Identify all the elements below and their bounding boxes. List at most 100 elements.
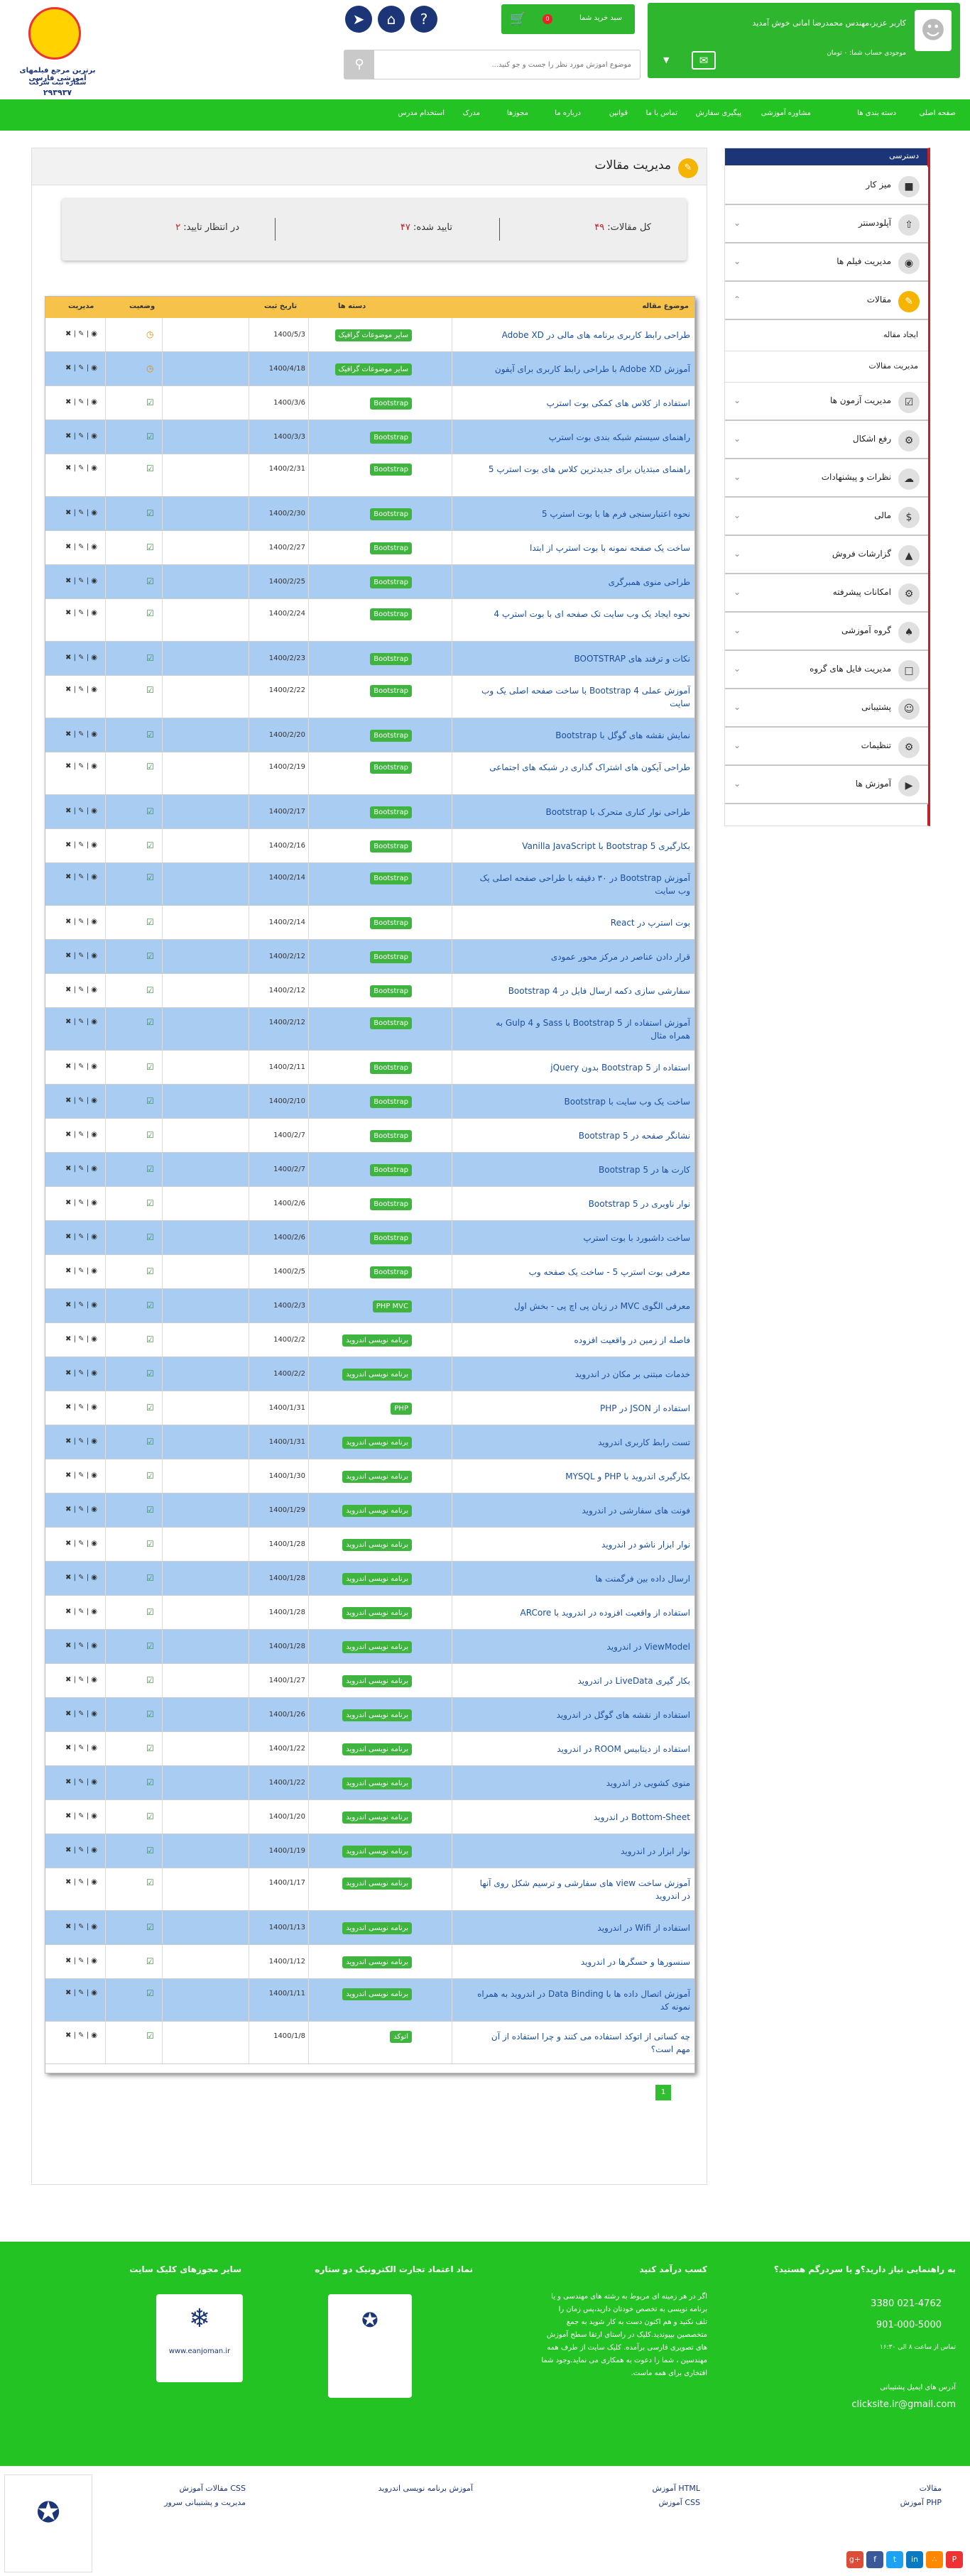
article-title-link[interactable]: معرفی الگوی MVC در زبان پی اچ پی - بخش ا… — [477, 1300, 690, 1312]
view-icon[interactable]: ◉ — [91, 1744, 97, 1752]
article-title-link[interactable]: ViewModel در اندروید — [477, 1640, 690, 1653]
delete-icon[interactable]: ✖ — [65, 577, 71, 585]
article-title-link[interactable]: ساخت یک وب سایت با Bootstrap — [477, 1095, 690, 1108]
twitter-icon[interactable]: t — [886, 2551, 903, 2568]
article-title-link[interactable]: استفاده از دیتابیس ROOM در اندروید — [477, 1743, 690, 1755]
footer-link-css-articles[interactable]: مقالات آموزش CSS — [180, 2484, 246, 2493]
home-icon[interactable]: ⌂ — [378, 6, 405, 33]
article-title-link[interactable]: آموزش عملی 4 Bootstrap با ساخت صفحه اصلی… — [477, 684, 690, 710]
view-icon[interactable]: ◉ — [91, 2032, 97, 2039]
article-title-link[interactable]: نحوه اعتبارسنجی فرم ها با بوت استرپ 5 — [477, 508, 690, 520]
article-title-link[interactable]: نوار ناوبری در Bootstrap 5 — [477, 1197, 690, 1210]
compass-icon[interactable]: ➤ — [345, 6, 372, 33]
nav-item-categories[interactable]: دسته بندی ها — [857, 109, 896, 117]
delete-icon[interactable]: ✖ — [65, 986, 71, 994]
delete-icon[interactable]: ✖ — [65, 654, 71, 662]
facebook-icon[interactable]: f — [866, 2551, 883, 2568]
view-icon[interactable]: ◉ — [91, 807, 97, 815]
view-icon[interactable]: ◉ — [91, 577, 97, 585]
nav-item-licenses[interactable]: مجوزها — [507, 109, 528, 117]
nav-item-hiring[interactable]: استخدام مدرس — [398, 109, 445, 117]
edit-icon[interactable]: ✎ — [78, 1437, 84, 1445]
delete-icon[interactable]: ✖ — [65, 686, 71, 694]
messages-icon[interactable]: ✉ — [692, 51, 716, 70]
edit-icon[interactable]: ✎ — [78, 432, 84, 440]
sidebar-sub-manage-articles[interactable]: مدیریت مقالات — [725, 351, 928, 383]
view-icon[interactable]: ◉ — [91, 1710, 97, 1718]
footer-link-android[interactable]: آموزش برنامه نویسی اندروید — [378, 2484, 473, 2493]
article-title-link[interactable]: فونت های سفارشی در اندروید — [477, 1504, 690, 1517]
edit-icon[interactable]: ✎ — [78, 1199, 84, 1207]
article-title-link[interactable]: طراحی نوار کناری متحرک با Bootstrap — [477, 806, 690, 818]
edit-icon[interactable]: ✎ — [78, 1878, 84, 1886]
edit-icon[interactable]: ✎ — [78, 1335, 84, 1343]
nav-item-consulting[interactable]: مشاوره آموزشی — [761, 109, 811, 117]
edit-icon[interactable]: ✎ — [78, 1403, 84, 1411]
article-title-link[interactable]: ارسال داده بین فرگمنت ها — [477, 1572, 690, 1585]
view-icon[interactable]: ◉ — [91, 654, 97, 662]
edit-icon[interactable]: ✎ — [78, 1778, 84, 1786]
edit-icon[interactable]: ✎ — [78, 543, 84, 551]
edit-icon[interactable]: ✎ — [78, 509, 84, 517]
delete-icon[interactable]: ✖ — [65, 2032, 71, 2039]
article-title-link[interactable]: معرفی بوت استرپ 5 - ساخت یک صفحه وب — [477, 1266, 690, 1278]
delete-icon[interactable]: ✖ — [65, 807, 71, 815]
edit-icon[interactable]: ✎ — [78, 1131, 84, 1139]
edit-icon[interactable]: ✎ — [78, 1989, 84, 1997]
article-title-link[interactable]: راهنمای مبتدیان برای جدیدترین کلاس های ب… — [477, 463, 690, 476]
delete-icon[interactable]: ✖ — [65, 1437, 71, 1445]
article-title-link[interactable]: کارت ها در Bootstrap 5 — [477, 1163, 690, 1176]
delete-icon[interactable]: ✖ — [65, 1403, 71, 1411]
sidebar-item-finance[interactable]: $ مالی ⌄ — [725, 498, 928, 536]
delete-icon[interactable]: ✖ — [65, 364, 71, 372]
delete-icon[interactable]: ✖ — [65, 1018, 71, 1026]
view-icon[interactable]: ◉ — [91, 918, 97, 926]
delete-icon[interactable]: ✖ — [65, 1676, 71, 1684]
delete-icon[interactable]: ✖ — [65, 1957, 71, 1965]
article-title-link[interactable]: بکار گیری LiveData در اندروید — [477, 1675, 690, 1687]
view-icon[interactable]: ◉ — [91, 1131, 97, 1139]
edit-icon[interactable]: ✎ — [78, 1233, 84, 1241]
view-icon[interactable]: ◉ — [91, 686, 97, 694]
view-icon[interactable]: ◉ — [91, 1608, 97, 1616]
user-avatar-icon[interactable]: ☻ — [915, 10, 952, 51]
view-icon[interactable]: ◉ — [91, 1097, 97, 1105]
edit-icon[interactable]: ✎ — [78, 918, 84, 926]
footer-link-articles[interactable]: مقالات — [920, 2484, 942, 2493]
view-icon[interactable]: ◉ — [91, 509, 97, 517]
google-plus-icon[interactable]: g+ — [846, 2551, 863, 2568]
delete-icon[interactable]: ✖ — [65, 1471, 71, 1479]
delete-icon[interactable]: ✖ — [65, 1165, 71, 1173]
sidebar-item-films[interactable]: ◉ مدیریت فیلم ها ⌄ — [725, 243, 928, 282]
sidebar-item-settings[interactable]: ⚙ تنظیمات ⌄ — [725, 728, 928, 766]
view-icon[interactable]: ◉ — [91, 952, 97, 960]
edit-icon[interactable]: ✎ — [78, 1301, 84, 1309]
view-icon[interactable]: ◉ — [91, 1540, 97, 1547]
view-icon[interactable]: ◉ — [91, 1018, 97, 1026]
delete-icon[interactable]: ✖ — [65, 1199, 71, 1207]
view-icon[interactable]: ◉ — [91, 1369, 97, 1377]
edit-icon[interactable]: ✎ — [78, 1165, 84, 1173]
sidebar-item-advanced[interactable]: ⚙ امکانات پیشرفته ⌄ — [725, 574, 928, 613]
edit-icon[interactable]: ✎ — [78, 986, 84, 994]
article-title-link[interactable]: راهنمای سیستم شبکه بندی بوت استرپ — [477, 431, 690, 444]
delete-icon[interactable]: ✖ — [65, 873, 71, 881]
article-title-link[interactable]: استفاده از کلاس های کمکی بوت استرپ — [477, 397, 690, 410]
delete-icon[interactable]: ✖ — [65, 509, 71, 517]
edit-icon[interactable]: ✎ — [78, 1574, 84, 1582]
article-title-link[interactable]: خدمات مبتنی بر مکان در اندروید — [477, 1368, 690, 1381]
article-title-link[interactable]: نوار ابزار در اندروید — [477, 1845, 690, 1858]
sidebar-item-dashboard[interactable]: ■ میز کار — [725, 167, 928, 205]
view-icon[interactable]: ◉ — [91, 398, 97, 406]
edit-icon[interactable]: ✎ — [78, 1812, 84, 1820]
article-title-link[interactable]: نحوه ایجاد یک وب سایت تک صفحه ای با بوت … — [477, 608, 690, 620]
edit-icon[interactable]: ✎ — [78, 1923, 84, 1931]
view-icon[interactable]: ◉ — [91, 1989, 97, 1997]
sidebar-item-exams[interactable]: ☑ مدیریت آزمون ها ⌄ — [725, 383, 928, 421]
view-icon[interactable]: ◉ — [91, 1642, 97, 1650]
article-title-link[interactable]: فاصله از زمین در واقعیت افزوده — [477, 1334, 690, 1347]
article-title-link[interactable]: بوت استرپ در React — [477, 916, 690, 929]
edit-icon[interactable]: ✎ — [78, 398, 84, 406]
view-icon[interactable]: ◉ — [91, 364, 97, 372]
delete-icon[interactable]: ✖ — [65, 609, 71, 617]
